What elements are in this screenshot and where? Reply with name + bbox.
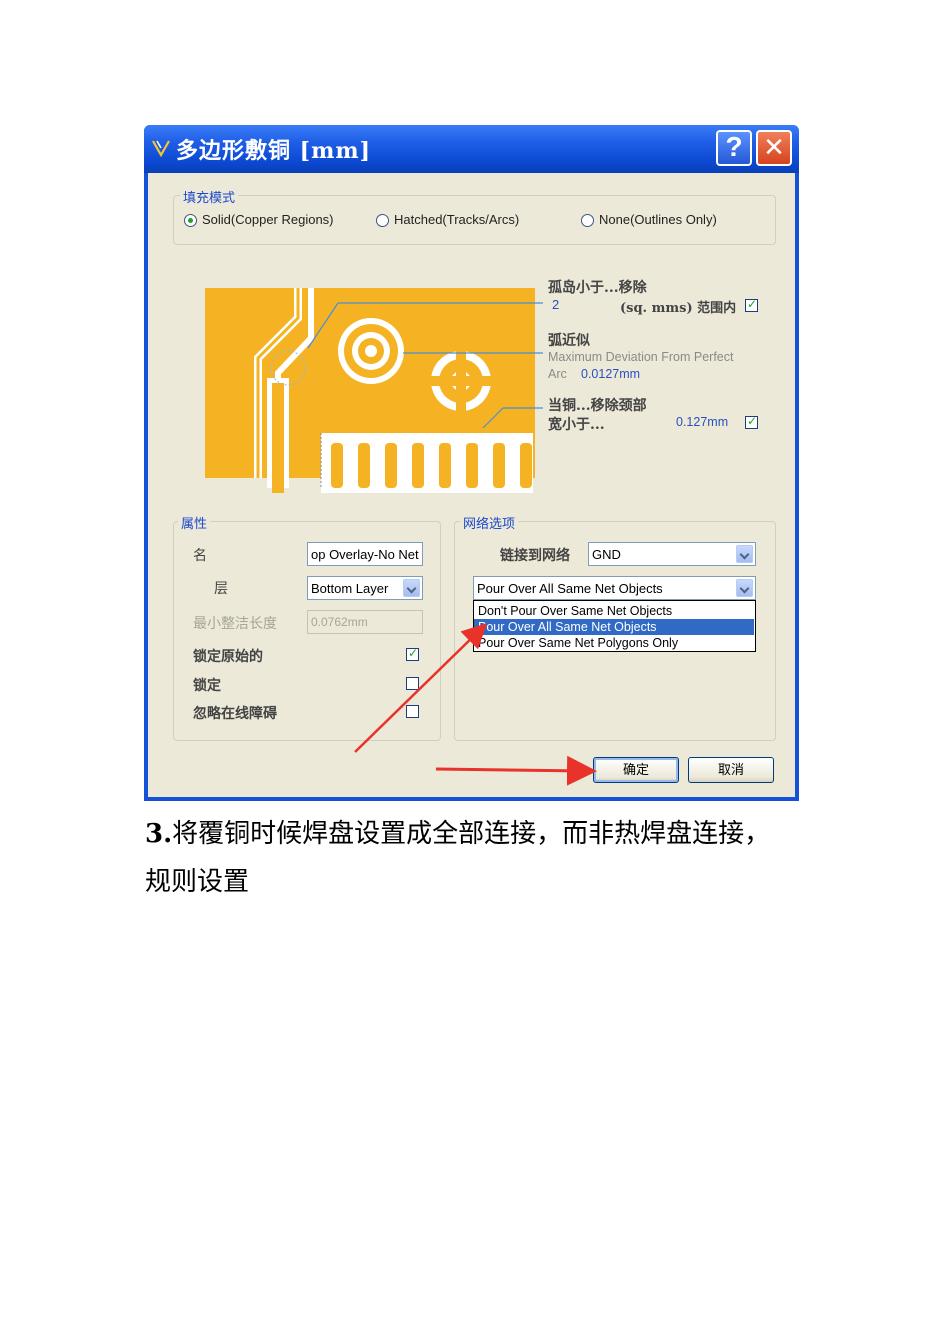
arrow-to-dropdown [354, 623, 488, 753]
caption-line-1: 3.将覆铜时候焊盘设置成全部连接，而非热焊盘连接， [145, 810, 815, 858]
document-caption: 3.将覆铜时候焊盘设置成全部连接，而非热焊盘连接， 规则设置 [145, 810, 815, 906]
arrow-to-ok-button [435, 755, 597, 786]
caption-number: 3. [145, 819, 173, 849]
annotation-arrows [354, 623, 597, 786]
caption-line-2: 规则设置 [145, 867, 250, 897]
caption-text-1: 将覆铜时候焊盘设置成全部连接，而非热焊盘连接， [172, 819, 771, 849]
